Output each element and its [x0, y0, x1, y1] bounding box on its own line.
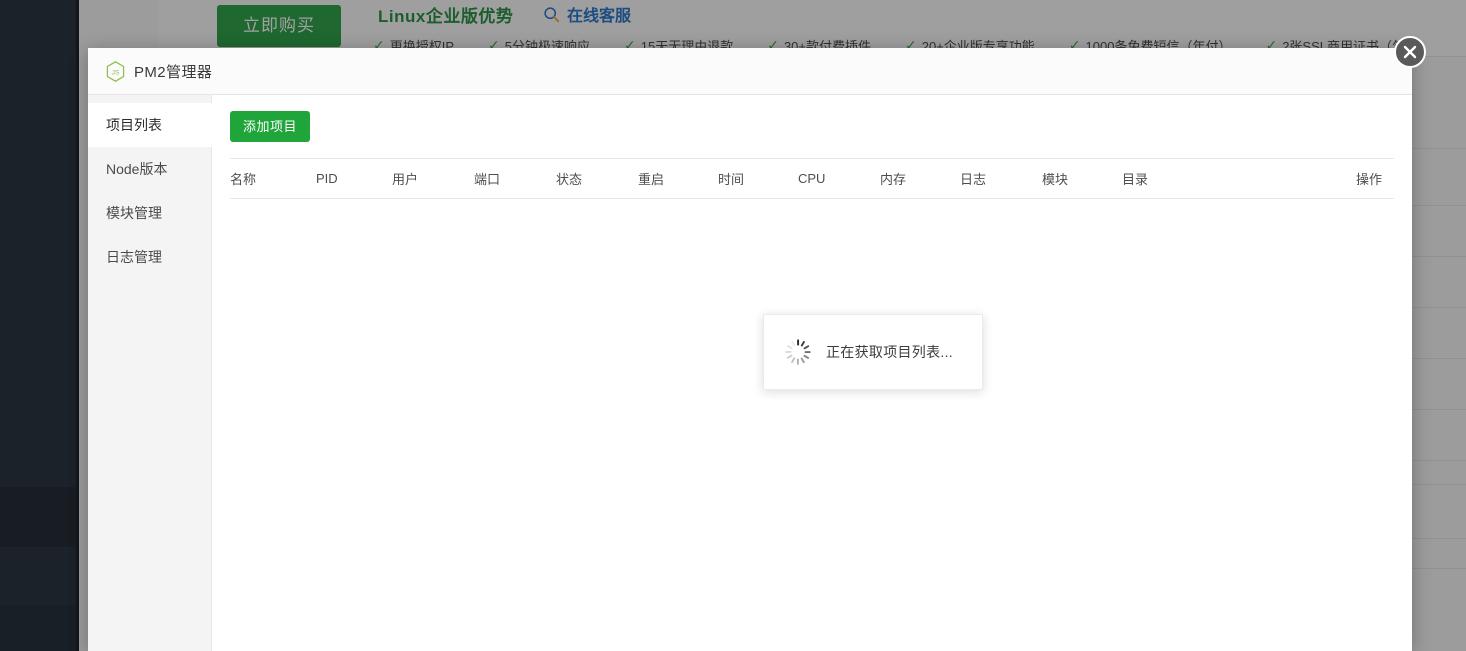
- table-header-cell: 端口: [474, 159, 556, 199]
- project-table-wrapper: 名称 PID 用户 端口 状态 重启 时间 CPU 内存 日志 模块 目录 操作: [230, 158, 1394, 199]
- sidebar-item-project-list[interactable]: 项目列表: [88, 103, 212, 147]
- nodejs-hexagon-icon: JS: [106, 60, 125, 82]
- sidebar-item-log-manage[interactable]: 日志管理: [88, 235, 211, 279]
- modal-main-panel: 添加项目 名称 PID 用户 端口 状态 重启 时间 CPU 内存 日志 模块 目录 操作: [212, 95, 1412, 651]
- modal-header: JS PM2管理器: [88, 48, 1412, 95]
- table-header-cell: 模块: [1042, 159, 1122, 199]
- table-header-cell: 名称: [230, 159, 316, 199]
- sidebar-item-label: 项目列表: [106, 117, 162, 133]
- table-header-cell: 内存: [880, 159, 960, 199]
- svg-text:JS: JS: [112, 69, 120, 76]
- loading-spinner-icon: [784, 338, 812, 366]
- sidebar-item-label: 模块管理: [106, 205, 162, 221]
- sidebar-item-node-version[interactable]: Node版本: [88, 147, 211, 191]
- loading-toast: 正在获取项目列表...: [763, 314, 983, 390]
- screen-root: 立即购买 Linux企业版优势 在线客服 ✓ 更换授权IP ✓ 5分钟极速响应 …: [0, 0, 1466, 651]
- sidebar-item-label: Node版本: [106, 161, 168, 177]
- pm2-manager-modal: JS PM2管理器 项目列表 Node版本 模块管理 日志管理 添加项目 名称 …: [88, 48, 1412, 651]
- table-header-cell: 用户: [392, 159, 474, 199]
- sidebar-item-module-manage[interactable]: 模块管理: [88, 191, 211, 235]
- close-icon: [1403, 45, 1417, 59]
- sidebar-item-label: 日志管理: [106, 249, 162, 265]
- project-table: 名称 PID 用户 端口 状态 重启 时间 CPU 内存 日志 模块 目录 操作: [230, 159, 1394, 199]
- table-header-cell: 目录: [1122, 159, 1304, 199]
- table-header-cell: CPU: [798, 159, 880, 199]
- modal-body: 项目列表 Node版本 模块管理 日志管理 添加项目 名称 PID 用户 端口 …: [88, 95, 1412, 651]
- modal-title: PM2管理器: [134, 63, 213, 81]
- table-header-row: 名称 PID 用户 端口 状态 重启 时间 CPU 内存 日志 模块 目录 操作: [230, 159, 1394, 199]
- table-header-cell: 状态: [556, 159, 638, 199]
- table-header-cell: PID: [316, 159, 392, 199]
- table-header-cell: 操作: [1304, 159, 1394, 199]
- table-header-cell: 日志: [960, 159, 1042, 199]
- project-table-head: 名称 PID 用户 端口 状态 重启 时间 CPU 内存 日志 模块 目录 操作: [230, 159, 1394, 199]
- table-header-cell: 时间: [718, 159, 798, 199]
- loading-toast-text: 正在获取项目列表...: [826, 344, 953, 360]
- modal-close-button[interactable]: [1394, 36, 1426, 68]
- add-project-button[interactable]: 添加项目: [230, 111, 311, 142]
- table-header-cell: 重启: [638, 159, 718, 199]
- modal-sidebar: 项目列表 Node版本 模块管理 日志管理: [88, 95, 212, 651]
